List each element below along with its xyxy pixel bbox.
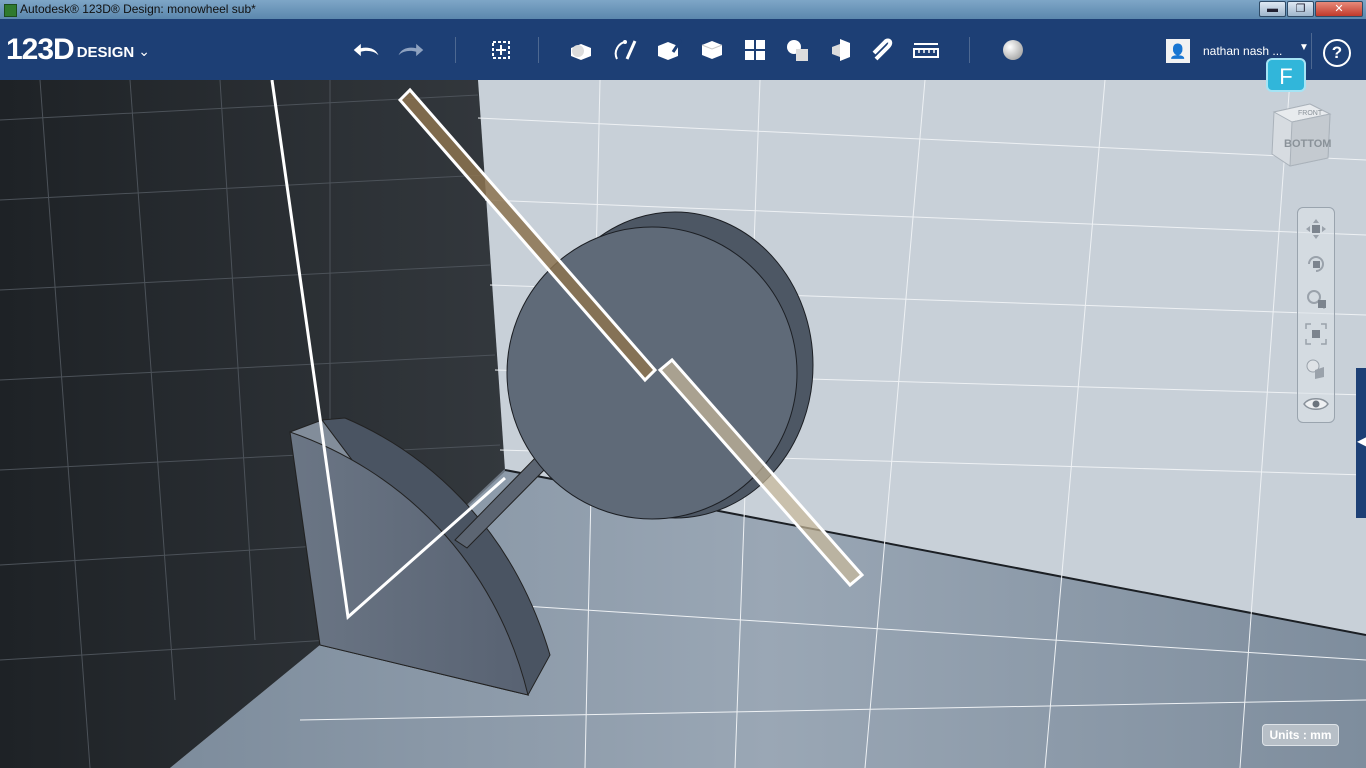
window-title: Autodesk® 123D® Design: monowheel sub* <box>20 2 256 16</box>
transform-icon[interactable] <box>486 36 516 64</box>
material-icon[interactable] <box>998 36 1028 64</box>
viewcube-face-label: BOTTOM <box>1284 138 1331 150</box>
undo-icon[interactable] <box>352 36 382 64</box>
pan-icon[interactable] <box>1303 216 1329 242</box>
grouping-icon[interactable] <box>783 36 813 64</box>
combine-icon[interactable] <box>826 36 856 64</box>
title-bar: Autodesk® 123D® Design: monowheel sub* ▬… <box>0 0 1366 19</box>
toolbar-separator <box>538 37 539 63</box>
logo-subtext: DESIGN <box>76 44 135 61</box>
measure-icon[interactable] <box>911 36 941 64</box>
fit-icon[interactable] <box>1303 321 1329 347</box>
chevron-down-icon: ⌄ <box>138 43 150 59</box>
minimize-button[interactable]: ▬ <box>1259 1 1286 17</box>
side-panel-tab[interactable]: ◀ <box>1356 368 1366 518</box>
logo-text: 123D <box>6 33 75 66</box>
toolbar-separator <box>1311 33 1312 69</box>
chevron-left-icon: ◀ <box>1357 434 1366 448</box>
view-cube[interactable]: BOTTOM FRONT <box>1270 102 1332 168</box>
units-badge[interactable]: Units : mm <box>1262 724 1339 746</box>
avatar: 👤 <box>1166 39 1190 63</box>
main-toolbar: 123D DESIGN ⌄ 👤 nathan nash ... ▼ ? <box>0 19 1366 81</box>
close-button[interactable]: ✕ <box>1315 1 1363 17</box>
chevron-down-icon: ▼ <box>1299 42 1309 53</box>
user-name: nathan nash ... <box>1203 44 1283 58</box>
sketch-icon[interactable] <box>610 36 640 64</box>
3d-viewport[interactable] <box>0 80 1366 768</box>
visibility-eye-icon[interactable] <box>1303 391 1329 417</box>
maximize-button[interactable]: ❐ <box>1287 1 1314 17</box>
viewcube-top-label: FRONT <box>1298 110 1323 117</box>
orbit-icon[interactable] <box>1303 251 1329 277</box>
toolbar-separator <box>455 37 456 63</box>
snap-icon[interactable] <box>868 36 898 64</box>
primitives-icon[interactable] <box>567 36 597 64</box>
zoom-icon[interactable] <box>1303 286 1329 312</box>
app-menu-button[interactable]: 123D DESIGN ⌄ <box>6 33 150 67</box>
view-mode-icon[interactable] <box>1303 356 1329 382</box>
toolbar-separator <box>969 37 970 63</box>
redo-icon[interactable] <box>395 36 425 64</box>
feedback-badge[interactable]: F <box>1266 58 1306 92</box>
help-button[interactable]: ? <box>1323 39 1351 67</box>
pattern-icon[interactable] <box>740 36 770 64</box>
navigation-bar <box>1297 207 1335 423</box>
modify-icon[interactable] <box>697 36 727 64</box>
scene-canvas <box>0 80 1366 768</box>
app-icon <box>4 4 17 17</box>
construct-icon[interactable] <box>654 36 684 64</box>
